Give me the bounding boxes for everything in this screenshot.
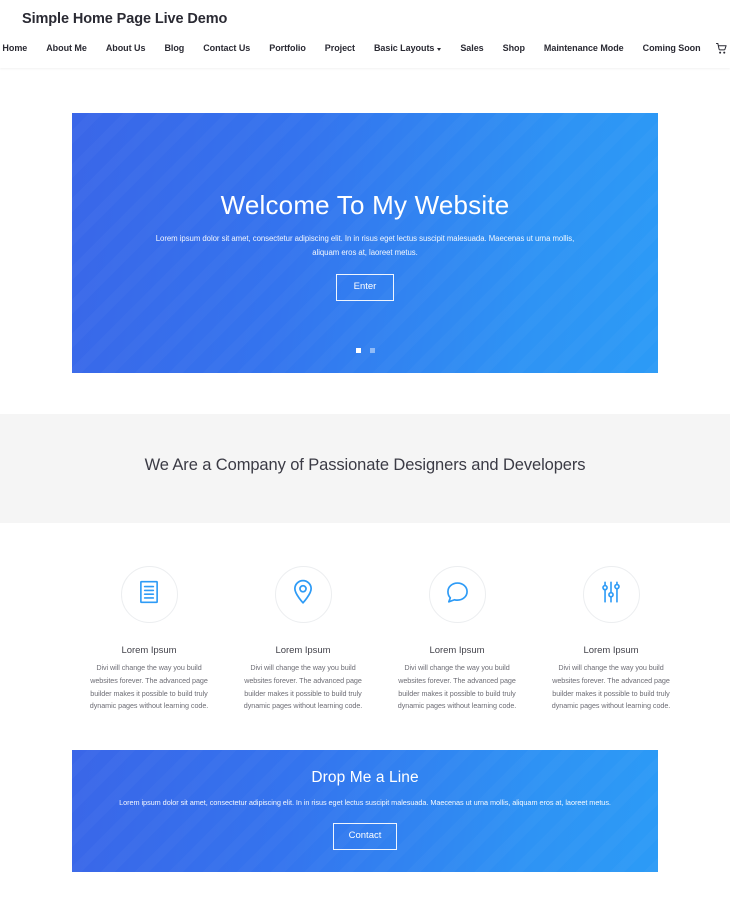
sliders-icon-wrapper (582, 566, 640, 623)
site-header: Simple Home Page Live Demo Home About Me A… (0, 0, 730, 68)
hero-content: Welcome To My Website Lorem ipsum dolor … (72, 113, 658, 301)
nav-item-label: Shop (502, 43, 525, 53)
nav-item-label: Portfolio (269, 43, 306, 53)
nav-item-label: Blog (164, 43, 185, 53)
map-pin-icon (290, 579, 316, 610)
nav-item-label: Basic Layouts (373, 43, 435, 53)
nav-item-about-us[interactable]: About Us (96, 41, 155, 55)
feature-description: Divi will change the way you build websi… (397, 663, 517, 711)
hero-title: Welcome To My Website (220, 190, 510, 220)
chevron-down-icon (437, 47, 442, 51)
feature-title: Lorem Ipsum (275, 645, 331, 656)
nav-item-about-me[interactable]: About Me (37, 41, 97, 55)
feature-column: Lorem Ipsum Divi will change the way you … (380, 566, 534, 713)
feature-column: Lorem Ipsum Divi will change the way you … (72, 566, 226, 713)
nav-item-blog[interactable]: Blog (155, 41, 194, 55)
intro-band-title: We Are a Company of Passionate Designers… (144, 456, 586, 474)
nav-item-contact-us[interactable]: Contact Us (194, 41, 260, 55)
nav-item-label: About Me (46, 43, 87, 53)
hero-enter-button[interactable]: Enter (335, 274, 395, 301)
cta-content: Drop Me a Line Lorem ipsum dolor sit ame… (72, 750, 658, 850)
site-logo[interactable]: Simple Home Page Live Demo (22, 11, 227, 27)
hero-slider: Welcome To My Website Lorem ipsum dolor … (72, 113, 658, 373)
intro-band: We Are a Company of Passionate Designers… (0, 414, 730, 523)
nav-item-shop[interactable]: Shop (493, 41, 534, 55)
speech-bubble-icon-wrapper (428, 566, 486, 623)
nav-item-home[interactable]: Home (0, 41, 37, 55)
feature-description: Divi will change the way you build websi… (243, 663, 363, 711)
cta-section: Drop Me a Line Lorem ipsum dolor sit ame… (72, 750, 658, 872)
feature-description: Divi will change the way you build websi… (551, 663, 671, 711)
features-row: Lorem Ipsum Divi will change the way you … (72, 566, 730, 713)
document-icon (136, 579, 162, 610)
feature-column: Lorem Ipsum Divi will change the way you … (534, 566, 688, 713)
nav-item-label: Sales (460, 43, 484, 53)
cta-subtitle: Lorem ipsum dolor sit amet, consectetur … (119, 798, 611, 807)
nav-item-label: About Us (105, 43, 146, 53)
feature-title: Lorem Ipsum (429, 645, 485, 656)
feature-description: Divi will change the way you build websi… (89, 663, 209, 711)
cta-title: Drop Me a Line (311, 769, 419, 786)
nav-item-label: Coming Soon (642, 43, 701, 53)
nav-item-basic-layouts[interactable]: Basic Layouts (364, 41, 450, 55)
hero-subtitle: Lorem ipsum dolor sit amet, consectetur … (155, 234, 575, 257)
nav-item-project[interactable]: Project (315, 41, 364, 55)
main-navigation: Home About Me About Us Blog Contact Us Portfo… (0, 41, 730, 55)
nav-item-label: Project (324, 43, 355, 53)
nav-item-portfolio[interactable]: Portfolio (260, 41, 316, 55)
cta-contact-button[interactable]: Contact (332, 823, 398, 850)
feature-column: Lorem Ipsum Divi will change the way you … (226, 566, 380, 713)
feature-title: Lorem Ipsum (121, 645, 177, 656)
nav-item-maintenance-mode[interactable]: Maintenance Mode (534, 41, 633, 55)
nav-item-label: Maintenance Mode (543, 43, 624, 53)
document-icon-wrapper (120, 566, 178, 623)
slider-pagination (72, 348, 658, 353)
slider-dot-1[interactable] (355, 348, 361, 353)
sliders-icon (598, 579, 624, 610)
nav-item-label: Home (2, 43, 28, 53)
feature-title: Lorem Ipsum (583, 645, 639, 656)
speech-bubble-icon (444, 579, 471, 611)
nav-item-sales[interactable]: Sales (451, 41, 493, 55)
slider-dot-2[interactable] (369, 348, 375, 353)
shopping-cart-icon[interactable] (710, 42, 730, 54)
nav-item-coming-soon[interactable]: Coming Soon (633, 41, 710, 55)
page-root: Simple Home Page Live Demo Home About Me A… (0, 0, 730, 898)
map-pin-icon-wrapper (274, 566, 332, 623)
nav-item-label: Contact Us (203, 43, 251, 53)
